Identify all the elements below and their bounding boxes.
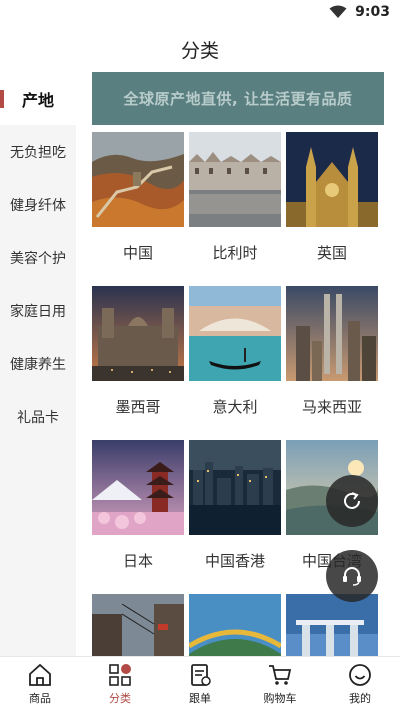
nav-item-orders[interactable]: 跟单 xyxy=(160,657,240,710)
banner-text: 全球原产地直供, 让生活更有品质 xyxy=(123,90,353,108)
belgium-canal-image xyxy=(189,132,281,227)
kuala-lumpur-image xyxy=(286,286,378,381)
sidebar-item-origin[interactable]: 产地 xyxy=(0,72,76,125)
customer-service-button[interactable] xyxy=(326,550,378,602)
street-image xyxy=(92,594,184,656)
sidebar-item-label: 礼品卡 xyxy=(17,409,59,426)
page-title: 分类 xyxy=(180,39,219,62)
headset-icon xyxy=(343,567,361,586)
sidebar-item-household[interactable]: 家庭日用 xyxy=(0,284,76,337)
origin-card[interactable] xyxy=(189,594,281,656)
origin-card-belgium[interactable]: 比利时 xyxy=(189,132,281,278)
sidebar-item-gift-card[interactable]: 礼品卡 xyxy=(0,390,76,443)
origin-card[interactable] xyxy=(92,594,184,656)
nav-label: 分类 xyxy=(109,691,131,705)
sidebar-item-label: 美容个护 xyxy=(10,250,66,267)
nav-label: 跟单 xyxy=(189,691,211,705)
refresh-button[interactable] xyxy=(326,475,378,527)
screen: 9:03 分类 产地 无负担吃 健身纤体 美容个护 家庭日用 健康养生 礼品卡 … xyxy=(0,0,400,710)
origin-card-malaysia[interactable]: 马来西亚 xyxy=(286,286,378,432)
origin-card[interactable] xyxy=(286,594,378,656)
japan-pagoda-image xyxy=(92,440,184,535)
sidebar-item-fitness[interactable]: 健身纤体 xyxy=(0,178,76,231)
singapore-image xyxy=(286,594,378,656)
origin-card-japan[interactable]: 日本 xyxy=(92,440,184,586)
origin-card-uk[interactable]: 英国 xyxy=(286,132,378,278)
sidebar: 产地 无负担吃 健身纤体 美容个护 家庭日用 健康养生 礼品卡 xyxy=(0,72,76,656)
sidebar-item-label: 健身纤体 xyxy=(10,197,66,214)
nav-item-cart[interactable]: 购物车 xyxy=(240,657,320,710)
sidebar-item-beauty[interactable]: 美容个护 xyxy=(0,231,76,284)
category-icon xyxy=(109,663,131,686)
golden-bridge-image xyxy=(189,594,281,656)
card-label: 意大利 xyxy=(189,381,281,432)
card-label: 比利时 xyxy=(189,227,281,278)
card-label: 马来西亚 xyxy=(286,381,378,432)
home-icon xyxy=(29,663,51,686)
status-icons: 9:03 xyxy=(329,4,390,20)
sidebar-item-health[interactable]: 健康养生 xyxy=(0,337,76,390)
sidebar-item-label: 家庭日用 xyxy=(10,303,66,320)
nav-item-category[interactable]: 分类 xyxy=(80,657,160,710)
profile-icon xyxy=(349,663,371,686)
cart-icon xyxy=(269,664,292,685)
sidebar-item-label: 健康养生 xyxy=(10,356,66,373)
nav-label: 我的 xyxy=(349,691,371,705)
status-time: 9:03 xyxy=(355,4,390,20)
card-label: 中国 xyxy=(92,227,184,278)
sidebar-item-guilt-free[interactable]: 无负担吃 xyxy=(0,125,76,178)
nav-item-products[interactable]: 商品 xyxy=(0,657,80,710)
westminster-image xyxy=(286,132,378,227)
hong-kong-skyline-image xyxy=(189,440,281,535)
origin-card-mexico[interactable]: 墨西哥 xyxy=(92,286,184,432)
header: 分类 xyxy=(0,26,400,72)
nav-label: 购物车 xyxy=(263,691,297,705)
origin-card-china[interactable]: 中国 xyxy=(92,132,184,278)
sidebar-item-label: 产地 xyxy=(21,90,54,110)
great-wall-image xyxy=(92,132,184,227)
card-label: 英国 xyxy=(286,227,378,278)
nav-item-profile[interactable]: 我的 xyxy=(320,657,400,710)
promo-banner[interactable]: 全球原产地直供, 让生活更有品质 xyxy=(92,72,384,125)
refresh-icon xyxy=(344,492,360,509)
nav-label: 商品 xyxy=(29,691,51,705)
card-label: 日本 xyxy=(92,535,184,586)
wifi-icon xyxy=(329,5,347,18)
card-label: 中国香港 xyxy=(189,535,281,586)
venice-image xyxy=(189,286,281,381)
origin-card-hong-kong[interactable]: 中国香港 xyxy=(189,440,281,586)
status-bar: 9:03 xyxy=(0,0,400,26)
origin-card-italy[interactable]: 意大利 xyxy=(189,286,281,432)
sidebar-item-label: 无负担吃 xyxy=(10,144,66,161)
card-label: 墨西哥 xyxy=(92,381,184,432)
mexico-cathedral-image xyxy=(92,286,184,381)
order-icon xyxy=(191,663,211,686)
bottom-nav: 商品 分类 跟单 购物车 我的 xyxy=(0,656,400,710)
